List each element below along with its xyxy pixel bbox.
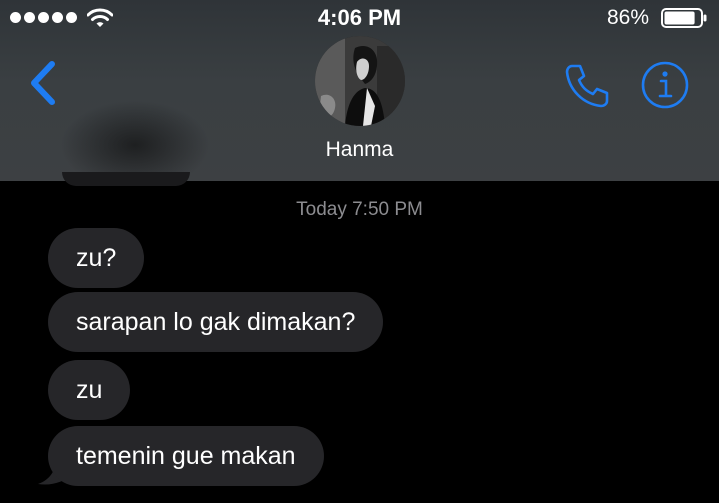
status-bar: 4:06 PM 86% (0, 0, 719, 36)
message-bubble[interactable]: sarapan lo gak dimakan? (48, 292, 384, 352)
back-chevron-icon[interactable] (26, 60, 60, 106)
previous-message-bubble (62, 172, 190, 186)
contact-avatar[interactable] (315, 36, 405, 126)
avatar-image (315, 36, 405, 126)
battery-percentage: 86% (606, 6, 649, 29)
message-bubble[interactable]: temenin gue makan (48, 426, 324, 486)
phone-icon[interactable] (562, 60, 612, 110)
contact-name[interactable]: Hanma (0, 138, 719, 162)
message-bubble[interactable]: zu? (48, 228, 145, 288)
chat-header: 4:06 PM 86% Hanma (0, 0, 719, 181)
message-bubble[interactable]: zu (48, 360, 131, 420)
info-icon[interactable] (640, 60, 690, 110)
message-timestamp: Today 7:50 PM (296, 199, 423, 220)
battery-icon (661, 8, 707, 28)
